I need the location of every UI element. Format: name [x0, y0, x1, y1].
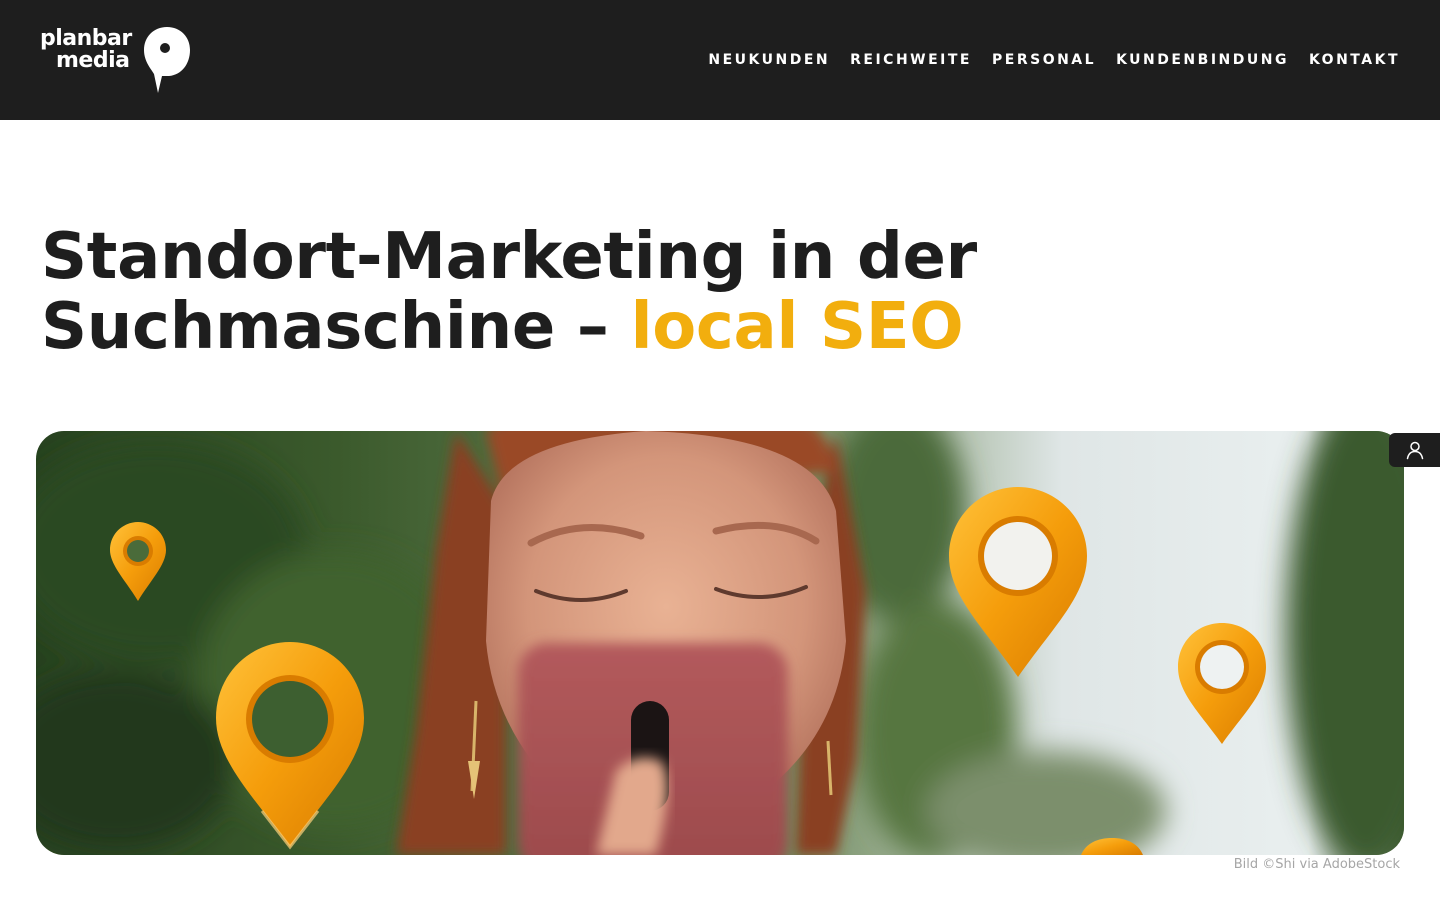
page-title: Standort-Marketing in der Suchmaschine –… [41, 222, 1041, 362]
logo-pin-icon [144, 27, 190, 93]
nav-item-reichweite[interactable]: REICHWEITE [850, 50, 972, 70]
nav-item-kundenbindung[interactable]: KUNDENBINDUNG [1116, 50, 1289, 70]
page-title-accent: local SEO [630, 290, 964, 364]
user-icon [1406, 441, 1423, 460]
logo-wordmark: planbar media [40, 28, 132, 72]
nav-item-kontakt[interactable]: KONTAKT [1309, 50, 1400, 70]
site-header: planbar media NEUKUNDEN REICHWEITE PERSO… [0, 0, 1440, 120]
hero-image [36, 431, 1404, 855]
nav-item-neukunden[interactable]: NEUKUNDEN [708, 50, 830, 70]
logo-line-media: media [56, 48, 130, 73]
hero-illustration [36, 431, 1404, 855]
account-button[interactable] [1389, 433, 1440, 467]
image-credit: Bild ©Shi via AdobeStock [1233, 857, 1400, 872]
site-logo[interactable]: planbar media [40, 26, 192, 94]
page-title-line2: Suchmaschine – [41, 290, 631, 364]
page-title-line1: Standort-Marketing in der [41, 220, 977, 294]
main-navigation: NEUKUNDEN REICHWEITE PERSONAL KUNDENBIND… [708, 50, 1400, 70]
nav-item-personal[interactable]: PERSONAL [992, 50, 1096, 70]
